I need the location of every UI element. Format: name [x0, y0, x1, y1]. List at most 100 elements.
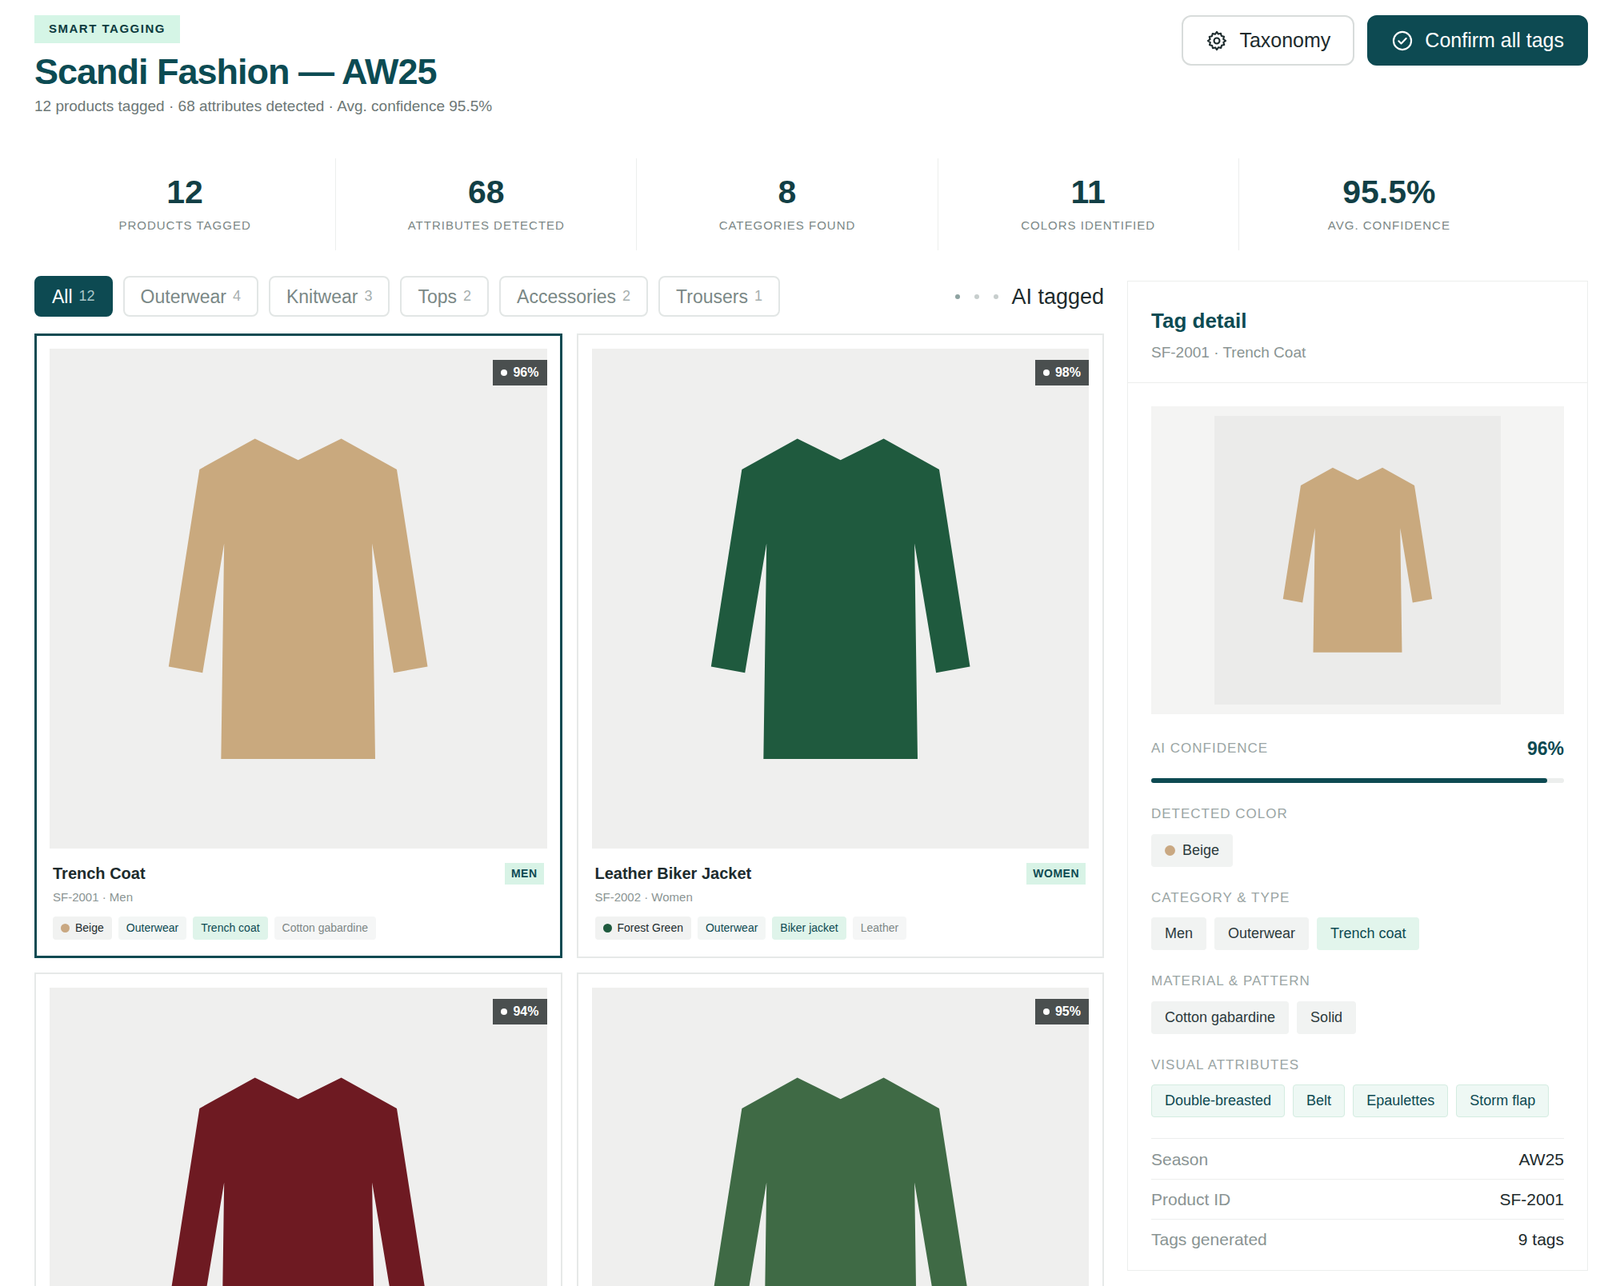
legend-label: AI tagged	[1011, 280, 1104, 314]
attribute-chip[interactable]: Cotton gabardine	[1151, 1001, 1289, 1035]
attribute-section: VISUAL ATTRIBUTES Double-breasted Belt Epau…	[1151, 1055, 1564, 1119]
section-badge: SMART TAGGING	[34, 15, 180, 44]
product-tag[interactable]: Forest Green	[595, 916, 692, 940]
stat-card: 12PRODUCTS TAGGED	[34, 158, 336, 252]
product-image: 96%	[49, 348, 548, 849]
fact-row: Tags generated9 tags	[1151, 1219, 1564, 1260]
fact-label: Product ID	[1151, 1187, 1231, 1213]
chip-list: Double-breasted Belt Epaulettes Storm flap	[1151, 1084, 1564, 1118]
product-tag[interactable]: Leather	[852, 916, 907, 940]
attribute-chip[interactable]: Solid	[1296, 1001, 1356, 1035]
header-text: SMART TAGGING Scandi Fashion — AW2512 pro…	[34, 15, 492, 119]
product-info: Leather Biker JacketWOMENSF-2002 · Women…	[592, 848, 1090, 956]
filter-count: 1	[754, 285, 763, 308]
product-card[interactable]: 94%	[34, 972, 563, 1286]
product-silhouette	[710, 1077, 970, 1286]
confidence-badge: 96%	[492, 360, 547, 386]
fact-label: Season	[1151, 1147, 1208, 1173]
filter-count: 3	[364, 285, 372, 308]
product-area: All12Outerwear4Knitwear3Tops2Accessories…	[34, 276, 1104, 1286]
chip-list: Cotton gabardine Solid	[1151, 1001, 1564, 1035]
page-subtitle: 12 products tagged · 68 attributes detec…	[34, 95, 492, 119]
filter-tab[interactable]: Trousers 1	[658, 276, 780, 317]
section-label: MATERIAL & PATTERN	[1151, 971, 1564, 992]
section-label: VISUAL ATTRIBUTES	[1151, 1055, 1564, 1076]
confidence-value: 95%	[1055, 1002, 1081, 1022]
product-image: 95%	[592, 988, 1090, 1286]
product-tag[interactable]: Outerwear	[697, 916, 766, 940]
dot	[993, 294, 999, 300]
page-title: Scandi Fashion — AW25	[34, 51, 492, 93]
detail-body: AI CONFIDENCE96% DETECTED COLOR Beige CATEG…	[1128, 735, 1588, 1260]
filter-tab[interactable]: All12	[34, 276, 113, 317]
product-card[interactable]: 96%Trench CoatMENSF-2001 · MenBeigeOuter…	[34, 333, 563, 959]
chip-label: Belt	[1306, 1090, 1332, 1112]
attribute-chip[interactable]: Belt	[1292, 1084, 1345, 1118]
confidence-label: AI CONFIDENCE	[1151, 738, 1268, 760]
confidence-row: AI CONFIDENCE96%	[1151, 735, 1564, 764]
confidence-badge: 94%	[492, 999, 547, 1025]
product-tags: Forest GreenOuterwear Biker jacket Leather	[595, 916, 1087, 940]
fact-value: SF-2001	[1499, 1187, 1564, 1213]
confidence-dot	[500, 1008, 508, 1016]
product-tag[interactable]: Cotton gabardine	[274, 916, 376, 940]
stat-value: 68	[342, 172, 630, 212]
dot	[955, 294, 960, 300]
product-title-row: Leather Biker JacketWOMEN	[595, 861, 1087, 886]
chip-label: Double-breasted	[1164, 1090, 1272, 1112]
filter-tab[interactable]: Accessories2	[499, 276, 648, 317]
product-photo	[144, 1023, 452, 1286]
attribute-chip[interactable]: Outerwear	[1214, 917, 1309, 951]
chip-label: Trench coat	[1330, 923, 1406, 945]
gear-icon	[1205, 29, 1228, 52]
chip-label: Epaulettes	[1366, 1090, 1435, 1112]
product-tag[interactable]: Outerwear	[118, 916, 187, 940]
product-code: SF-2001 · Men	[52, 888, 544, 908]
filter-label: Trousers	[676, 283, 748, 312]
stat-value: 12	[40, 172, 329, 212]
tag-label: Leather	[860, 920, 899, 937]
attribute-chip[interactable]: Beige	[1151, 834, 1233, 868]
confidence-value: 94%	[512, 1002, 539, 1022]
chip-label: Solid	[1310, 1007, 1343, 1029]
confirm-button[interactable]: Confirm all tags	[1367, 15, 1588, 66]
color-swatch	[1164, 845, 1176, 856]
product-card[interactable]: 98% Leather Biker JacketWOMENSF-2002 · Wo…	[576, 333, 1105, 959]
detail-title: Tag detail	[1151, 305, 1564, 337]
product-tag[interactable]: Beige	[52, 916, 112, 940]
filter-tab[interactable]: Knitwear 3	[268, 276, 391, 317]
attribute-chip[interactable]: Epaulettes	[1352, 1084, 1448, 1118]
filter-tab[interactable]: Tops2	[400, 276, 489, 317]
section-label: DETECTED COLOR	[1151, 804, 1564, 825]
product-tag[interactable]: Trench coat	[192, 916, 268, 940]
filter-label: Knitwear	[286, 283, 358, 312]
product-card[interactable]: 95%	[576, 972, 1105, 1286]
gender-badge: WOMEN	[1026, 863, 1086, 885]
attribute-chip[interactable]: Trench coat	[1316, 917, 1420, 951]
attribute-chip[interactable]: Men	[1151, 917, 1207, 951]
stat-card: 68 ATTRIBUTES DETECTED	[335, 158, 636, 252]
confidence-dot	[500, 369, 508, 376]
tag-label: Cotton gabardine	[282, 920, 368, 937]
filter-label: Outerwear	[140, 283, 227, 312]
tag-label: Beige	[75, 920, 104, 937]
color-swatch	[603, 924, 612, 933]
stat-card: 11COLORS IDENTIFIED	[937, 158, 1239, 252]
attribute-section: DETECTED COLOR Beige	[1151, 804, 1564, 868]
stat-label: ATTRIBUTES DETECTED	[342, 216, 630, 236]
attribute-chip[interactable]: Double-breasted	[1151, 1084, 1285, 1118]
filter-tab[interactable]: Outerwear4	[123, 276, 259, 317]
ai-tagged-legend[interactable]: AI tagged	[955, 280, 1104, 314]
fact-row: SeasonAW25	[1151, 1139, 1564, 1180]
product-photo	[1268, 436, 1447, 684]
filter-label: Tops	[417, 283, 457, 312]
tag-label: Outerwear	[126, 920, 179, 937]
tag-label: Biker jacket	[780, 920, 838, 937]
confidence-value: 98%	[1055, 363, 1081, 383]
section-label: CATEGORY & TYPE	[1151, 888, 1564, 909]
filter-count: 2	[622, 285, 631, 308]
taxonomy-button[interactable]: Taxonomy	[1181, 15, 1355, 66]
product-image: 98%	[592, 348, 1090, 849]
attribute-chip[interactable]: Storm flap	[1456, 1084, 1549, 1118]
product-tag[interactable]: Biker jacket	[772, 916, 846, 940]
